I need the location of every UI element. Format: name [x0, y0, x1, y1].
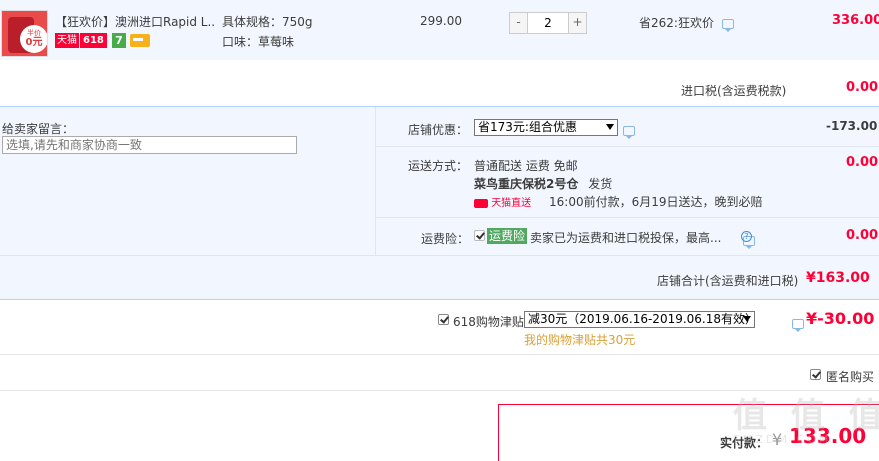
anonymous-label: 匿名购买: [826, 370, 875, 384]
shop-discount-label: 店铺优惠：: [408, 123, 469, 137]
insurance-value: 0.00: [846, 228, 879, 243]
ship-text: 发货: [588, 177, 613, 191]
chevron-down-icon: [606, 124, 614, 130]
payment-currency: ¥: [772, 430, 783, 449]
subsidy-value: ¥-30.00: [806, 309, 875, 328]
seller-message-input[interactable]: [2, 136, 297, 154]
product-thumbnail[interactable]: 半价 0元: [1, 10, 48, 57]
tmall-cat-icon: [474, 198, 488, 208]
divider: [376, 146, 879, 147]
quantity-increase-button[interactable]: +: [568, 13, 586, 33]
item-row: [0, 0, 879, 60]
help-icon[interactable]: ?: [741, 231, 752, 242]
quantity-input[interactable]: 2: [528, 13, 568, 33]
divider: [0, 354, 879, 355]
spec-label: 具体规格：750g: [222, 15, 313, 29]
item-subtotal: 336.00: [832, 13, 879, 28]
warehouse-name: 菜鸟重庆保税2号仓: [474, 177, 579, 191]
discount-info-icon[interactable]: [721, 18, 734, 32]
divider: [0, 299, 879, 300]
item-discount-text: 省262:狂欢价: [639, 14, 734, 32]
subsidy-checkbox[interactable]: [438, 314, 449, 325]
insurance-text: 卖家已为运费和进口税投保，最高...: [530, 231, 722, 245]
divider: [0, 255, 879, 256]
shop-discount-select[interactable]: 省173元:组合优惠: [474, 119, 618, 136]
shop-discount-value: -173.00: [826, 119, 878, 133]
quantity-decrease-button[interactable]: -: [510, 13, 528, 33]
import-tax-value: 0.00: [846, 80, 879, 95]
shipping-label: 运送方式：: [408, 159, 469, 173]
shipping-value: 0.00: [846, 155, 879, 170]
seller-message-label: 给卖家留言：: [2, 122, 75, 136]
quantity-stepper[interactable]: - 2 +: [509, 12, 587, 34]
divider: [0, 390, 879, 391]
shop-total-label: 店铺合计(含运费和进口税): [657, 274, 799, 288]
unit-price: 299.00: [420, 14, 462, 28]
shop-discount-info-icon[interactable]: [623, 125, 635, 139]
anonymous-checkbox[interactable]: [810, 369, 821, 380]
insurance-tag: 运费险: [487, 228, 528, 244]
chevron-down-icon: [743, 316, 751, 322]
subsidy-label: 618购物津贴: [453, 315, 524, 329]
import-tax-label: 进口税(含运费税款): [681, 84, 787, 98]
subsidy-info-icon[interactable]: [791, 318, 804, 332]
seven-day-return-icon: 7: [112, 33, 126, 48]
flavor-label: 口味：草莓味: [222, 35, 295, 49]
tmall-tag: 天猫: [55, 33, 79, 48]
product-title-link[interactable]: 【狂欢价】澳洲进口Rapid L...: [55, 13, 215, 30]
shipping-method: 普通配送 运费 免邮: [474, 159, 578, 173]
payment-label: 实付款：: [720, 436, 769, 450]
subsidy-select[interactable]: 减30元（2019.06.16-2019.06.18有效）: [524, 311, 757, 328]
insurance-label: 运费险：: [421, 232, 470, 246]
divider: [376, 217, 879, 218]
panel-divider: [375, 107, 376, 255]
insurance-checkbox[interactable]: [474, 230, 485, 241]
shop-total-value: ¥163.00: [806, 270, 870, 286]
tmall-direct-logo: 天猫直送: [474, 194, 531, 209]
618-tag: 618: [80, 33, 107, 48]
credit-card-icon: [130, 34, 150, 47]
payment-total: 133.00: [789, 424, 867, 448]
shipping-warehouse-line: 菜鸟重庆保税2号仓 发货: [474, 175, 612, 192]
delivery-promise: 16:00前付款，6月19日送达，晚到必赔: [549, 195, 763, 209]
thumb-price-badge: 半价 0元: [20, 25, 47, 53]
tmall-618-tag: 天猫 618: [55, 33, 107, 48]
subsidy-note: 我的购物津贴共30元: [524, 333, 636, 347]
